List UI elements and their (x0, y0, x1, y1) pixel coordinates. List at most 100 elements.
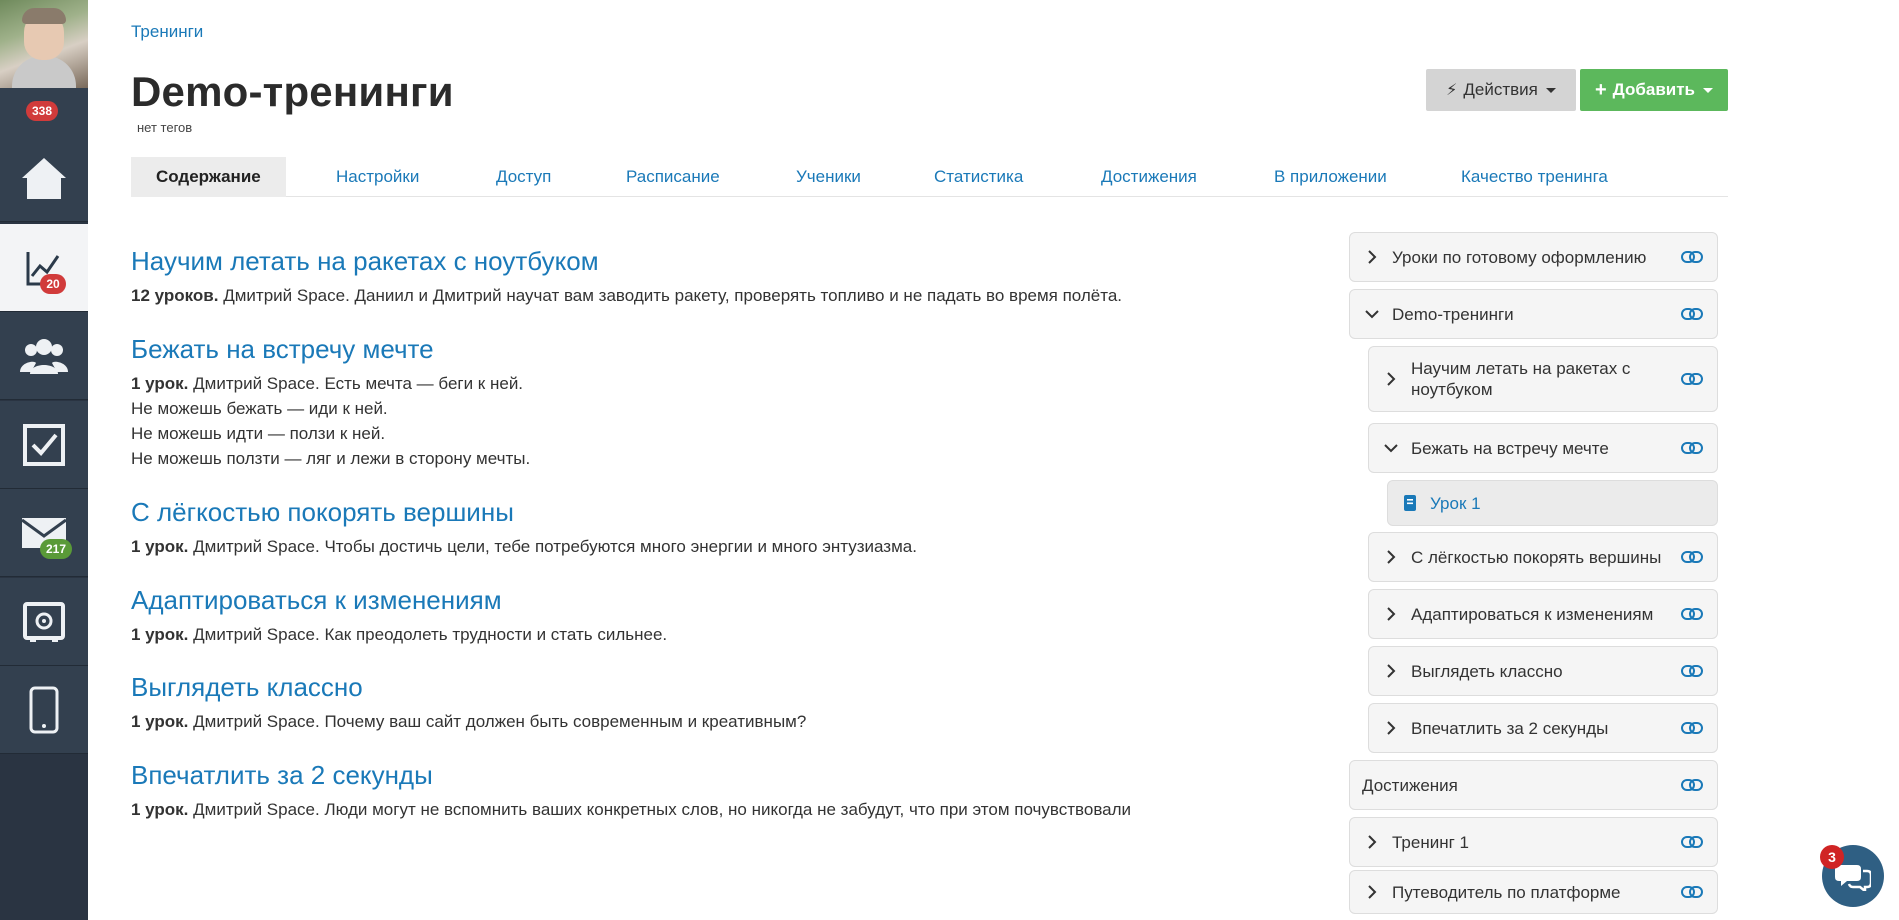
lesson-title[interactable]: Адаптироваться к изменениям (131, 585, 667, 616)
chevron-right-icon (1360, 249, 1384, 265)
link-icon[interactable] (1679, 372, 1705, 386)
tree-item[interactable]: Выглядеть классно (1368, 646, 1718, 696)
chevron-down-icon (1360, 309, 1384, 319)
tree-item-label: Путеводитель по платформе (1392, 882, 1621, 902)
chevron-right-icon (1379, 549, 1403, 565)
list-item: Бежать на встречу мечте 1 урок. Дмитрий … (131, 334, 530, 471)
tree-item-label: Урок 1 (1430, 493, 1481, 513)
mobile-icon (29, 686, 59, 733)
user-avatar[interactable] (0, 0, 88, 88)
tree-item[interactable]: Научим летать на ракетах с ноутбуком (1368, 346, 1718, 412)
lesson-title[interactable]: Научим летать на ракетах с ноутбуком (131, 246, 1122, 277)
tabs-bar: Содержание Настройки Доступ Расписание У… (131, 157, 1728, 197)
tree-item-label: Бежать на встречу мечте (1411, 438, 1609, 458)
tree-item-label: Достижения (1362, 775, 1458, 795)
safe-icon (23, 601, 65, 642)
users-icon (20, 338, 68, 374)
tab-students[interactable]: Ученики (796, 157, 861, 197)
page-title: Demo-тренинги (131, 68, 454, 115)
tree-item[interactable]: Впечатлить за 2 секунды (1368, 703, 1718, 753)
sidebar-item-safe[interactable] (0, 578, 88, 666)
link-icon[interactable] (1679, 664, 1705, 678)
tab-achievements[interactable]: Достижения (1101, 157, 1197, 197)
lesson-desc: 1 урок. Дмитрий Space. Почему ваш сайт д… (131, 712, 807, 731)
lesson-title[interactable]: Впечатлить за 2 секунды (131, 760, 1131, 791)
lesson-desc: 1 урок. Дмитрий Space. Как преодолеть тр… (131, 625, 668, 644)
chevron-right-icon (1379, 720, 1403, 736)
lesson-desc: 1 урок. Дмитрий Space. Чтобы достичь цел… (131, 537, 917, 556)
link-icon[interactable] (1679, 441, 1705, 455)
tree-item[interactable]: Тренинг 1 (1349, 817, 1718, 867)
tree-item-label: Тренинг 1 (1392, 832, 1469, 852)
actions-label: Действия (1463, 80, 1538, 99)
caret-down-icon (1703, 87, 1714, 93)
sidebar-item-trainings[interactable]: 20 (0, 224, 88, 312)
sidebar-item-mail[interactable]: 217 (0, 489, 88, 577)
list-item: С лёгкостью покорять вершины 1 урок. Дми… (131, 497, 917, 559)
messages-badge: 217 (40, 539, 73, 559)
tree-item[interactable]: Путеводитель по платформе (1349, 870, 1718, 914)
link-icon[interactable] (1679, 550, 1705, 564)
link-icon[interactable] (1679, 721, 1705, 735)
chevron-down-icon (1379, 443, 1403, 453)
link-icon[interactable] (1679, 885, 1705, 899)
chat-badge: 3 (1820, 845, 1844, 869)
tree-item-lesson[interactable]: Урок 1 (1387, 480, 1718, 526)
link-icon[interactable] (1679, 607, 1705, 621)
tree-item[interactable]: Уроки по готовому оформлению (1349, 232, 1718, 282)
add-label: Добавить (1612, 80, 1696, 99)
breadcrumb[interactable]: Тренинги (131, 22, 203, 42)
tree-item[interactable]: С лёгкостью покорять вершины (1368, 532, 1718, 582)
sidebar-item-tasks[interactable] (0, 401, 88, 489)
tab-schedule[interactable]: Расписание (626, 157, 720, 197)
left-sidebar: 338 20 217 (0, 0, 88, 920)
tree-item[interactable]: Demo-тренинги (1349, 289, 1718, 339)
lesson-desc: 12 уроков. Дмитрий Space. Даниил и Дмитр… (131, 286, 1123, 305)
tree-item[interactable]: Достижения (1349, 760, 1718, 810)
chevron-right-icon (1379, 606, 1403, 622)
plus-icon: + (1594, 79, 1607, 101)
list-item: Впечатлить за 2 секунды 1 урок. Дмитрий … (131, 760, 1131, 822)
link-icon[interactable] (1679, 835, 1705, 849)
tab-quality[interactable]: Качество тренинга (1461, 157, 1608, 197)
sidebar-item-home[interactable] (0, 134, 88, 222)
lesson-title[interactable]: Бежать на встречу мечте (131, 334, 530, 365)
tags-text: нет тегов (137, 120, 193, 135)
caret-down-icon (1545, 87, 1556, 93)
link-icon[interactable] (1679, 778, 1705, 792)
tab-content[interactable]: Содержание (131, 157, 286, 197)
notifications-badge: 338 (26, 101, 59, 121)
tasks-icon (23, 423, 65, 466)
lesson-title[interactable]: С лёгкостью покорять вершины (131, 497, 917, 528)
tab-settings[interactable]: Настройки (336, 157, 419, 197)
chevron-right-icon (1379, 663, 1403, 679)
list-item: Выглядеть классно 1 урок. Дмитрий Space.… (131, 672, 806, 734)
link-icon[interactable] (1679, 307, 1705, 321)
list-item: Адаптироваться к изменениям 1 урок. Дмит… (131, 585, 667, 647)
link-icon[interactable] (1679, 250, 1705, 264)
actions-button[interactable]: ⚡ Действия (1426, 69, 1576, 111)
tree-item[interactable]: Адаптироваться к изменениям (1368, 589, 1718, 639)
tab-in-app[interactable]: В приложении (1274, 157, 1387, 197)
tree-item-label: Впечатлить за 2 секунды (1411, 718, 1609, 738)
tab-statistics[interactable]: Статистика (934, 157, 1023, 197)
home-icon (22, 157, 66, 199)
tree-item[interactable]: Бежать на встречу мечте (1368, 423, 1718, 473)
lesson-desc: 1 урок. Дмитрий Space. Есть мечта — беги… (131, 374, 531, 468)
tree-item-label: Выглядеть классно (1411, 661, 1563, 681)
sidebar-item-users[interactable] (0, 312, 88, 400)
chevron-right-icon (1379, 371, 1403, 387)
chevron-right-icon (1360, 834, 1384, 850)
add-button[interactable]: + Добавить (1580, 69, 1728, 111)
chevron-right-icon (1360, 884, 1384, 900)
tab-access[interactable]: Доступ (496, 157, 551, 197)
tree-item-label: Уроки по готовому оформлению (1392, 247, 1647, 267)
tree-item-label: С лёгкостью покорять вершины (1411, 547, 1662, 567)
sidebar-item-mobile[interactable] (0, 666, 88, 754)
trainings-badge: 20 (40, 274, 66, 294)
document-icon (1398, 494, 1422, 512)
tree-item-label: Научим летать на ракетах с ноутбуком (1411, 359, 1631, 399)
notifications-area[interactable]: 338 (0, 88, 88, 134)
lesson-title[interactable]: Выглядеть классно (131, 672, 806, 703)
list-item: Научим летать на ракетах с ноутбуком 12 … (131, 246, 1122, 308)
